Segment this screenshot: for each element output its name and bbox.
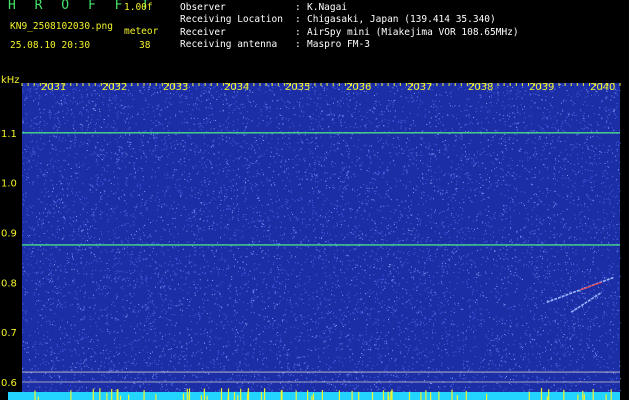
meta-row-receiver: Receiver : AirSpy mini (Miakejima VOR 10… xyxy=(180,26,519,39)
spectrogram-chart: kHz 2031 2032 2033 2034 2035 2036 2037 2038 2039… xyxy=(1,75,621,400)
meta-row-observer: Observer : K.Nagai xyxy=(180,1,519,14)
x-tick-label: 2038 xyxy=(468,82,493,93)
x-tick-label: 2039 xyxy=(529,82,554,93)
meta-label: Observer xyxy=(180,1,226,13)
y-tick-label: 1.0 xyxy=(1,179,17,190)
x-tick-label: 2033 xyxy=(163,82,188,93)
y-tick-label: 0.7 xyxy=(1,328,17,339)
meta-value: K.Nagai xyxy=(307,1,348,13)
y-tick-label: 1.1 xyxy=(1,129,17,140)
observation-type-label: meteor xyxy=(124,26,159,37)
meta-row-location: Receiving Location : Chigasaki, Japan (1… xyxy=(180,14,519,27)
meta-row-antenna: Receiving antenna : Maspro FM-3 xyxy=(180,39,519,52)
y-tick-label: 0.9 xyxy=(1,229,17,240)
x-tick-label: 2032 xyxy=(102,82,127,93)
version-label: 1.00f xyxy=(124,2,153,13)
meta-label: Receiving antenna xyxy=(180,39,278,51)
y-tick-label: 0.6 xyxy=(1,378,17,389)
filename-label: KN9_2508102030.png xyxy=(10,21,113,32)
meta-value: AirSpy mini (Miakejima VOR 108.65MHz) xyxy=(307,26,519,38)
datetime-label: 25.08.10 20:30 xyxy=(10,40,91,51)
x-tick-label: 2035 xyxy=(285,82,310,93)
meta-label: Receiving Location xyxy=(180,14,283,26)
meta-separator: : xyxy=(295,39,301,51)
meta-separator: : xyxy=(295,14,301,26)
spectrogram-background xyxy=(22,83,620,392)
metadata-panel: Observer : K.Nagai Receiving Location : … xyxy=(180,1,519,51)
x-tick-label: 2034 xyxy=(224,82,249,93)
meta-value: Chigasaki, Japan (139.414 35.340) xyxy=(307,14,496,26)
x-tick-label: 2037 xyxy=(407,82,432,93)
x-tick-label: 2031 xyxy=(41,82,66,93)
meta-label: Receiver xyxy=(180,26,226,38)
y-axis-label: kHz xyxy=(1,75,20,86)
count-label: 38 xyxy=(139,40,151,51)
x-tick-label: 2036 xyxy=(346,82,371,93)
y-tick-label: 0.8 xyxy=(1,278,17,289)
x-tick-label: 2040 xyxy=(590,82,615,93)
meta-value: Maspro FM-3 xyxy=(307,39,370,51)
meta-separator: : xyxy=(295,26,301,38)
meta-separator: : xyxy=(295,1,301,13)
